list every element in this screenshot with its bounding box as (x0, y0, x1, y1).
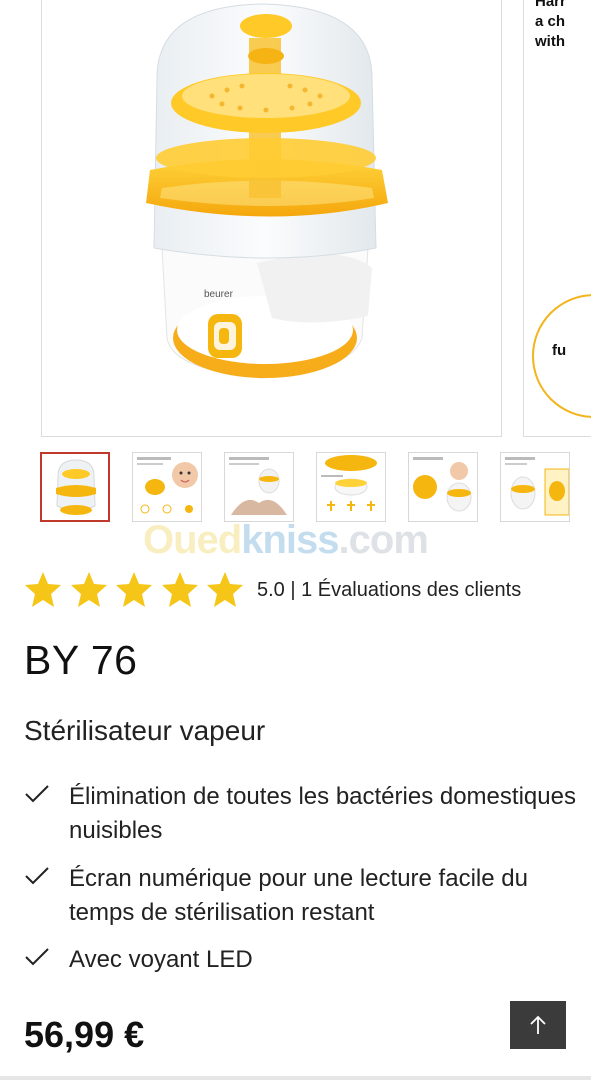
thumbnail-usage-image (229, 457, 287, 515)
sterilizer-image: beurer (146, 3, 388, 379)
arrow-up-icon (530, 1015, 546, 1034)
thumbnail-3[interactable] (224, 452, 294, 522)
feature-text: Élimination de toutes les bactéries dome… (69, 783, 576, 844)
product-model: BY 76 (24, 637, 138, 683)
thumbnail-strip (0, 452, 591, 526)
check-icon (25, 867, 49, 885)
watermark-part-3: .com (338, 518, 429, 562)
watermark-part-2: kniss (241, 518, 339, 562)
check-icon (25, 948, 49, 966)
star-icon (70, 572, 107, 607)
star-icon (116, 572, 152, 607)
product-gallery: beurer Harr a ch with fu (0, 0, 591, 440)
thumbnail-parts-image (321, 455, 377, 511)
feature-text: Avec voyant LED (69, 946, 253, 973)
next-slide-preview[interactable]: Harr a ch with fu (523, 0, 591, 437)
watermark-part-1: Oued (143, 518, 242, 562)
thumbnail-packaging-image (505, 457, 569, 516)
check-icon (25, 785, 49, 803)
bottom-divider (0, 1076, 591, 1080)
back-to-top-button[interactable] (510, 1001, 566, 1049)
rating-stars (24, 571, 246, 609)
thumbnail-5[interactable] (408, 452, 478, 522)
star-icon (207, 572, 243, 607)
star-icon (25, 572, 61, 607)
thumbnail-2[interactable] (132, 452, 202, 522)
star-icon (161, 572, 198, 607)
rating-text[interactable]: 5.0 | 1 Évaluations des clients (257, 579, 521, 602)
feature-text: Écran numérique pour une lecture facile … (69, 865, 528, 926)
product-main-image[interactable]: beurer (41, 0, 502, 437)
thumbnail-sterilizer-image (56, 459, 96, 515)
thumbnail-6[interactable] (500, 452, 570, 522)
svg-text:beurer: beurer (204, 289, 234, 300)
watermark-logo: Ouedkniss.com (143, 518, 429, 563)
product-subtitle: Stérilisateur vapeur (24, 715, 266, 746)
next-slide-badge: fu (552, 342, 567, 359)
product-price: 56,99 € (24, 1014, 145, 1055)
thumbnail-detail-image (413, 457, 472, 512)
next-slide-text: Harr a ch with (535, 0, 566, 50)
thumbnail-4[interactable] (316, 452, 386, 522)
thumbnail-baby-image (137, 457, 198, 514)
thumbnail-1[interactable] (40, 452, 110, 522)
